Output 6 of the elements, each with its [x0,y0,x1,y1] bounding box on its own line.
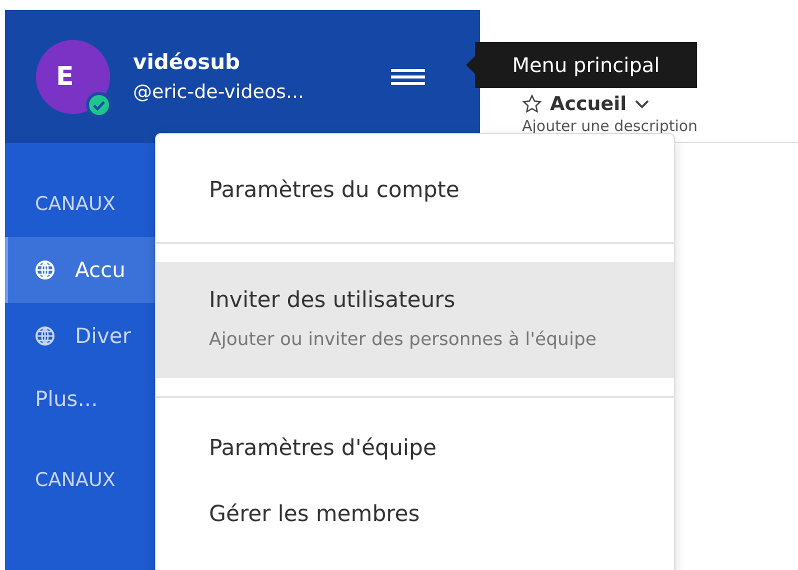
channel-title: Accueil [550,92,627,116]
section-title: CANAUX [35,469,116,491]
section-title: CANAUX [35,193,116,215]
team-name: vidéosub [133,48,242,76]
tooltip: Menu principal [466,42,697,88]
user-handle: @eric-de-videos... [133,80,306,104]
